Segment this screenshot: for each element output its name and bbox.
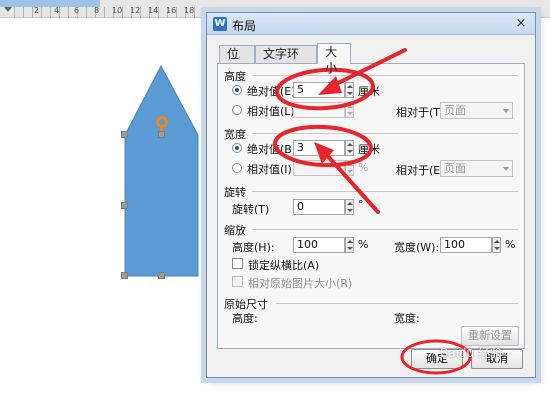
relative-original-size-label: 相对原始图片大小(R) bbox=[248, 277, 353, 290]
width-absolute-radio[interactable] bbox=[232, 143, 242, 153]
height-unit-select[interactable]: 厘米 bbox=[358, 83, 380, 99]
height-relative-to-value: 页面 bbox=[444, 104, 466, 117]
rotate-unit: ° bbox=[358, 198, 364, 211]
dropdown-caret-icon bbox=[503, 109, 509, 113]
width-absolute-input[interactable]: 3 bbox=[293, 140, 345, 156]
resize-handle-top[interactable] bbox=[158, 131, 165, 138]
height-relative-label: 相对值(L) bbox=[247, 105, 295, 118]
relative-original-size-checkbox[interactable] bbox=[232, 276, 243, 287]
height-relative-to-select[interactable]: 页面 bbox=[440, 102, 513, 119]
ruler-number: 16 bbox=[166, 6, 177, 15]
layout-dialog: W 布局 × 位置 文字环绕 大小 高度 绝对值(E) 5 厘米 相对值(L) … bbox=[206, 12, 536, 378]
close-icon[interactable]: × bbox=[513, 16, 529, 31]
pentagon-arrow-shape[interactable] bbox=[124, 64, 199, 277]
dropdown-caret-icon bbox=[503, 167, 509, 171]
original-width-label: 宽度: bbox=[394, 312, 420, 325]
width-relative-to-value: 页面 bbox=[444, 162, 466, 175]
scale-height-spin-icon[interactable] bbox=[345, 237, 354, 253]
section-divider bbox=[252, 229, 518, 230]
height-relative-to-label: 相对于(T) bbox=[396, 106, 445, 119]
width-section-label: 宽度 bbox=[224, 128, 246, 141]
section-divider bbox=[252, 133, 518, 134]
section-divider bbox=[252, 75, 518, 76]
scale-height-input[interactable]: 100 bbox=[293, 237, 345, 253]
width-relative-radio[interactable] bbox=[232, 163, 242, 173]
reset-button[interactable]: 重新设置(S) bbox=[461, 326, 519, 360]
height-section-label: 高度 bbox=[224, 70, 246, 83]
width-unit-select[interactable]: 厘米 bbox=[358, 141, 380, 157]
height-spin-icon[interactable] bbox=[345, 82, 354, 98]
ruler-number: 8 bbox=[94, 6, 100, 15]
scale-width-spin-icon[interactable] bbox=[492, 237, 501, 253]
app-icon: W bbox=[213, 17, 227, 31]
width-relative-to-label: 相对于(E) bbox=[396, 164, 445, 177]
rotate-input[interactable]: 0 bbox=[293, 199, 345, 215]
tab-position[interactable]: 位置 bbox=[219, 45, 255, 77]
scale-width-input[interactable]: 100 bbox=[440, 237, 492, 253]
dialog-titlebar[interactable]: W 布局 × bbox=[207, 13, 535, 35]
scale-height-unit: % bbox=[358, 238, 369, 251]
ruler-number: 10 bbox=[112, 6, 123, 15]
width-relative-input[interactable] bbox=[293, 160, 345, 176]
resize-handle-bottom-left[interactable] bbox=[121, 272, 128, 279]
height-relative-spin-icon[interactable] bbox=[345, 102, 354, 118]
scale-width-unit: % bbox=[505, 238, 516, 251]
rotate-label: 旋转(T) bbox=[232, 203, 270, 216]
rotate-handle-icon[interactable] bbox=[156, 116, 168, 133]
resize-handle-left[interactable] bbox=[121, 202, 128, 209]
section-divider bbox=[252, 191, 518, 192]
scale-width-label: 宽度(W): bbox=[394, 241, 440, 254]
resize-handle-top-left[interactable] bbox=[121, 131, 128, 138]
scale-section-label: 缩放 bbox=[224, 224, 246, 237]
tab-size[interactable]: 大小 bbox=[317, 43, 351, 75]
tab-text-wrapping[interactable]: 文字环绕 bbox=[255, 45, 317, 77]
width-absolute-label: 绝对值(B) bbox=[247, 143, 297, 156]
height-absolute-radio[interactable] bbox=[232, 85, 242, 95]
height-relative-input[interactable] bbox=[293, 102, 345, 118]
height-absolute-label: 绝对值(E) bbox=[247, 85, 296, 98]
lock-aspect-ratio-checkbox[interactable] bbox=[232, 258, 243, 269]
ruler-number: 14 bbox=[148, 6, 159, 15]
lock-aspect-ratio-label: 锁定纵横比(A) bbox=[248, 259, 320, 272]
width-relative-spin-icon[interactable] bbox=[345, 160, 354, 176]
ruler-number: 12 bbox=[130, 6, 141, 15]
width-relative-unit: % bbox=[358, 161, 369, 174]
ruler-number: 4 bbox=[54, 6, 60, 15]
ruler-number: 18 bbox=[184, 6, 195, 15]
rotation-section-label: 旋转 bbox=[224, 186, 246, 199]
height-absolute-input[interactable]: 5 bbox=[293, 82, 345, 98]
ruler-margin-indicator bbox=[0, 0, 100, 7]
scale-height-label: 高度(H): bbox=[232, 241, 275, 254]
ruler-number: 2 bbox=[34, 6, 40, 15]
height-relative-radio[interactable] bbox=[232, 105, 242, 115]
indent-marker-icon[interactable] bbox=[4, 7, 12, 12]
resize-handle-bottom[interactable] bbox=[158, 272, 165, 279]
ruler-number: 6 bbox=[74, 6, 80, 15]
width-relative-to-select[interactable]: 页面 bbox=[440, 160, 513, 177]
width-relative-label: 相对值(I) bbox=[247, 163, 292, 176]
dialog-title: 布局 bbox=[232, 19, 257, 33]
width-spin-icon[interactable] bbox=[345, 140, 354, 156]
rotate-spin-icon[interactable] bbox=[345, 199, 354, 215]
section-divider bbox=[276, 303, 518, 304]
original-height-label: 高度: bbox=[232, 312, 258, 325]
size-tab-panel: 高度 绝对值(E) 5 厘米 相对值(L) 相对于(T) 页面 宽度 绝对值(B… bbox=[217, 63, 525, 360]
watermark: Baidu 经验 bbox=[440, 346, 502, 360]
